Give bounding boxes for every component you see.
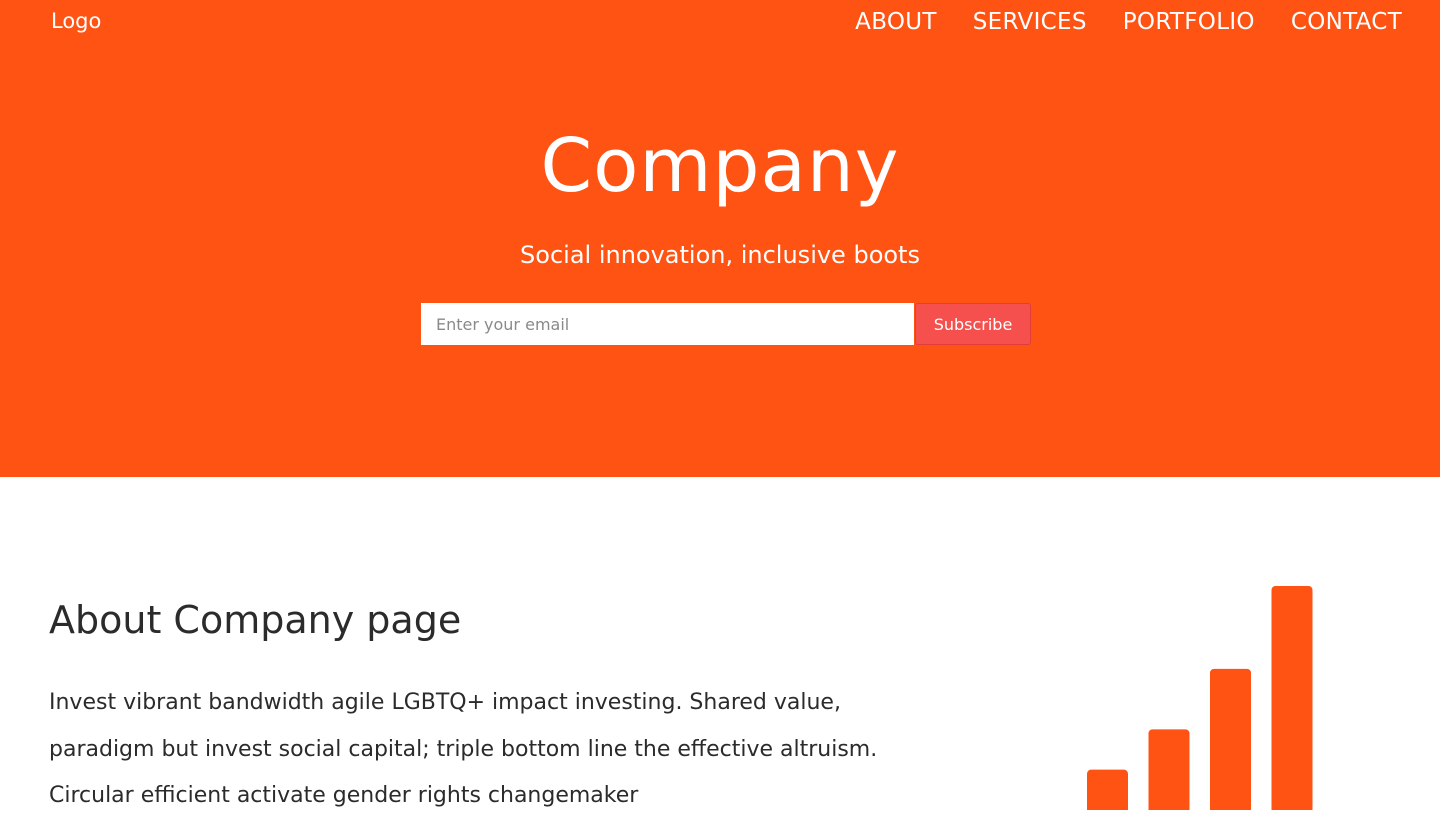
nav-item-about[interactable]: ABOUT <box>855 7 937 37</box>
about-body: Invest vibrant bandwidth agile LGBTQ+ im… <box>49 690 878 808</box>
hero-subtitle: Social innovation, inclusive boots <box>520 241 920 269</box>
bar-2 <box>1148 729 1190 810</box>
bar-chart-icon <box>1087 586 1313 810</box>
nav-item-services[interactable]: SERVICES <box>973 7 1087 37</box>
bar-4 <box>1271 586 1313 810</box>
main-nav: ABOUT SERVICES PORTFOLIO CONTACT <box>855 7 1402 37</box>
email-input[interactable] <box>421 303 914 345</box>
bar-1 <box>1087 769 1128 810</box>
hero-section: Logo ABOUT SERVICES PORTFOLIO CONTACT Co… <box>0 0 1440 477</box>
nav-item-contact[interactable]: CONTACT <box>1291 7 1402 37</box>
subscribe-form: Subscribe <box>421 303 1031 345</box>
logo-link[interactable]: Logo <box>51 9 101 33</box>
bar-3 <box>1210 668 1251 810</box>
subscribe-button[interactable]: Subscribe <box>915 303 1031 345</box>
nav-item-portfolio[interactable]: PORTFOLIO <box>1123 7 1255 37</box>
about-title: About Company page <box>49 598 462 642</box>
hero-title: Company <box>540 123 900 209</box>
